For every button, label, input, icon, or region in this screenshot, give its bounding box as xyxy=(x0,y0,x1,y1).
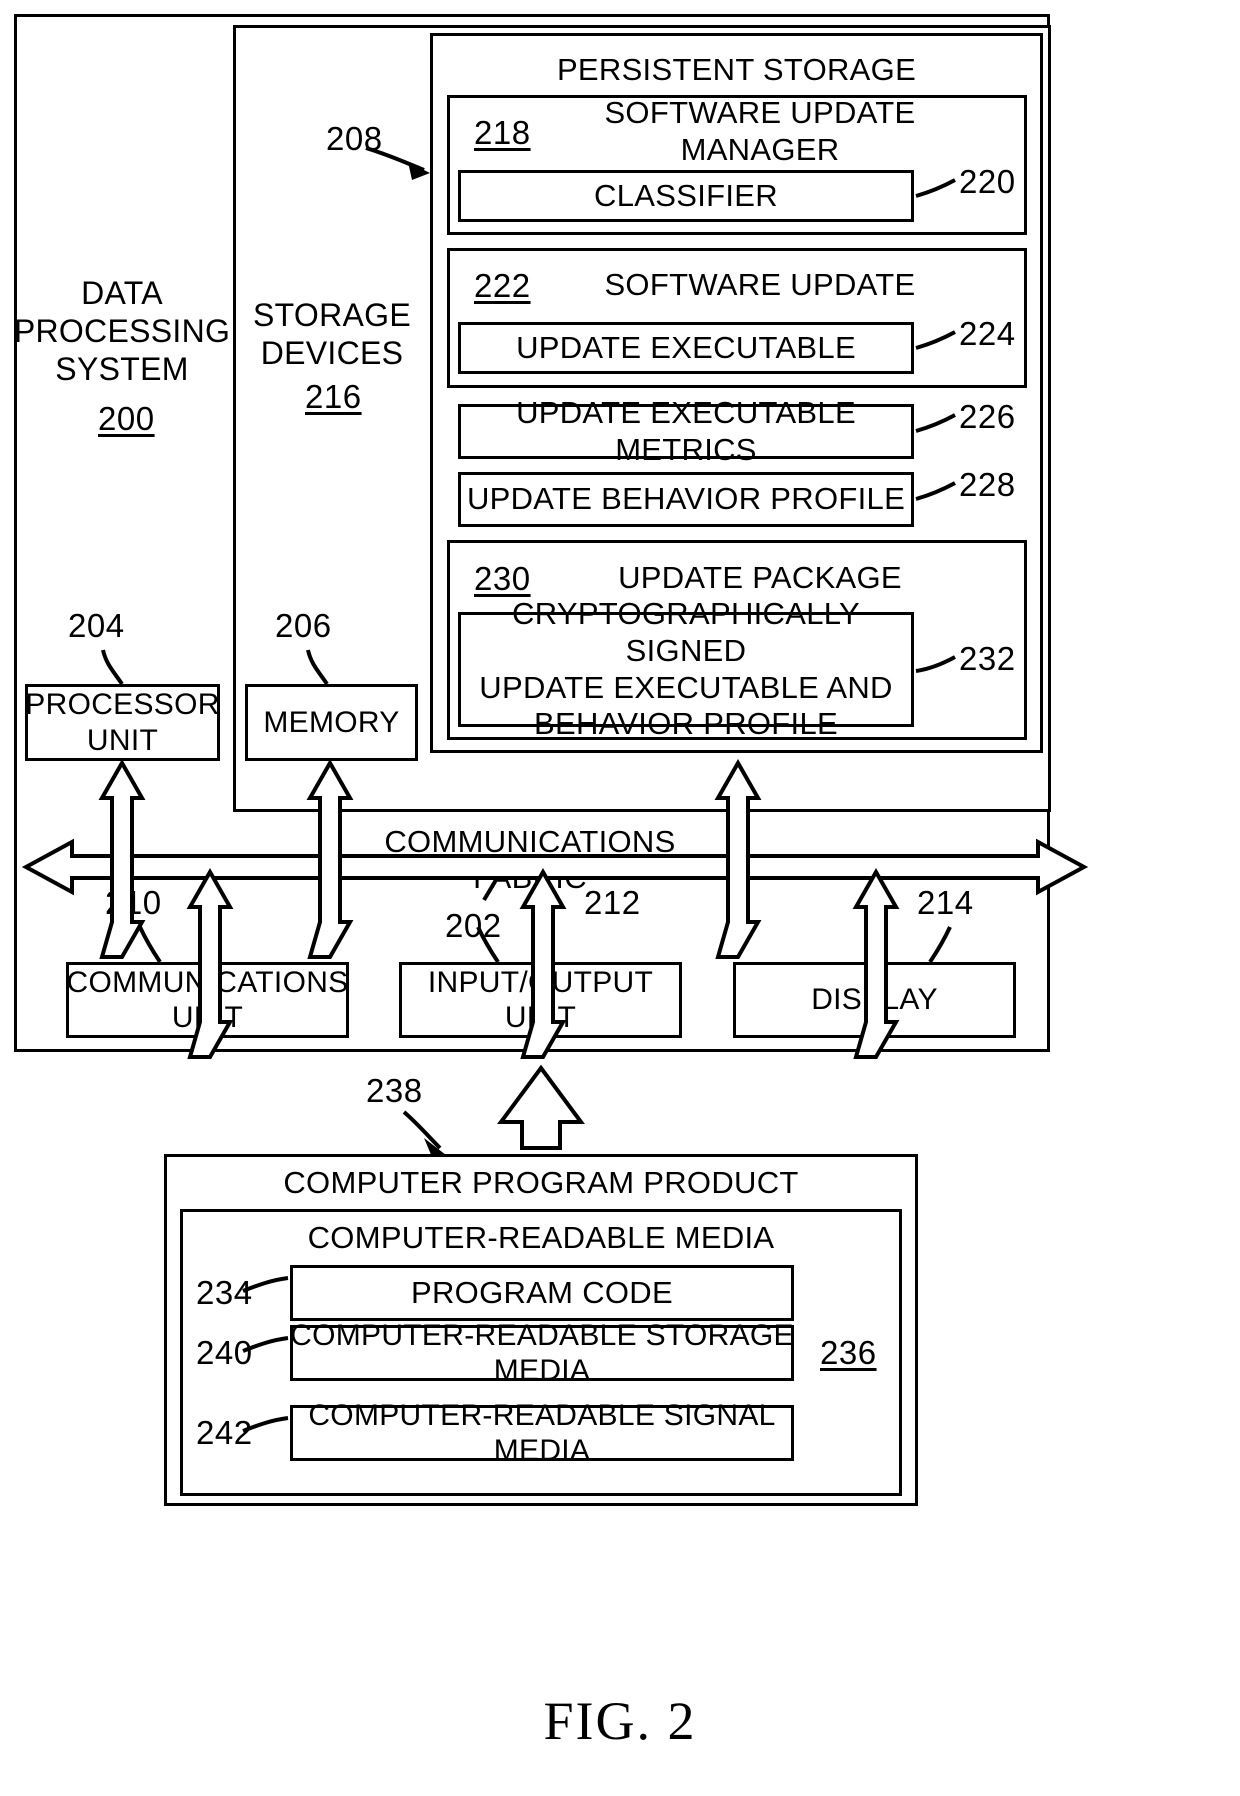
storage-devices-ref: 216 xyxy=(305,378,362,415)
processor-unit-label: PROCESSOR UNIT xyxy=(25,688,220,757)
software-update-ref: 222 xyxy=(474,267,531,304)
memory-ref: 206 xyxy=(275,607,332,644)
classifier-ref: 220 xyxy=(959,163,1016,200)
storage-devices-title: STORAGE DEVICES xyxy=(253,297,411,371)
data-processing-system-ref: 200 xyxy=(98,400,155,437)
data-processing-system-title: DATA PROCESSING SYSTEM xyxy=(13,275,231,387)
update-executable-metrics-label: UPDATE EXECUTABLE METRICS xyxy=(516,394,856,467)
program-product-up-arrow xyxy=(497,1064,585,1150)
program-code-ref: 234 xyxy=(196,1274,253,1311)
computer-readable-storage-media-label: COMPUTER-READABLE STORAGE MEDIA xyxy=(290,1318,794,1387)
update-package-title: UPDATE PACKAGE xyxy=(618,559,902,595)
computer-program-product-title: COMPUTER PROGRAM PRODUCT xyxy=(283,1164,799,1200)
patent-figure-2: DATA PROCESSING SYSTEM 200 STORAGE DEVIC… xyxy=(0,0,1240,1796)
communications-fabric-ref: 202 xyxy=(445,907,502,944)
update-behavior-profile-label: UPDATE BEHAVIOR PROFILE xyxy=(466,481,906,517)
figure-caption: FIG. 2 xyxy=(543,1691,697,1751)
signed-update-executable-label: CRYPTOGRAPHICALLY SIGNED UPDATE EXECUTAB… xyxy=(479,596,893,742)
persistent-storage-title: PERSISTENT STORAGE xyxy=(556,51,917,87)
processor-unit-ref: 204 xyxy=(68,607,125,644)
update-package-ref: 230 xyxy=(474,560,531,597)
computer-program-product-ref: 238 xyxy=(366,1072,423,1109)
computer-readable-signal-media-label: COMPUTER-READABLE SIGNAL MEDIA xyxy=(308,1398,776,1467)
software-update-title: SOFTWARE UPDATE xyxy=(604,266,916,302)
program-code-label: PROGRAM CODE xyxy=(411,1274,673,1310)
communications-unit-label: COMMUNICATIONS UNIT xyxy=(66,965,349,1034)
display-ref: 214 xyxy=(917,884,974,921)
software-update-manager-title: SOFTWARE UPDATE MANAGER xyxy=(604,95,915,167)
update-executable-label: UPDATE EXECUTABLE xyxy=(516,329,856,365)
communications-fabric-label: COMMUNICATIONS FABRIC xyxy=(384,824,676,895)
computer-readable-media-ref: 236 xyxy=(820,1334,877,1371)
leader-238 xyxy=(402,1110,442,1150)
input-output-unit-label: INPUT/OUTPUT UNIT xyxy=(427,965,654,1034)
display-label: DISPLAY xyxy=(811,983,938,1017)
communications-unit-ref: 210 xyxy=(105,884,162,921)
input-output-unit-ref: 212 xyxy=(584,884,641,921)
memory-label: MEMORY xyxy=(263,705,400,739)
persistent-storage-callout-ref: 208 xyxy=(326,120,383,157)
computer-readable-signal-media-ref: 242 xyxy=(196,1414,253,1451)
signed-update-executable-ref: 232 xyxy=(959,640,1016,677)
update-executable-ref: 224 xyxy=(959,315,1016,352)
computer-readable-media-title: COMPUTER-READABLE MEDIA xyxy=(307,1219,775,1255)
computer-readable-storage-media-ref: 240 xyxy=(196,1334,253,1371)
update-behavior-profile-ref: 228 xyxy=(959,466,1016,503)
software-update-manager-ref: 218 xyxy=(474,114,531,151)
classifier-label: CLASSIFIER xyxy=(594,177,778,213)
update-executable-metrics-ref: 226 xyxy=(959,398,1016,435)
